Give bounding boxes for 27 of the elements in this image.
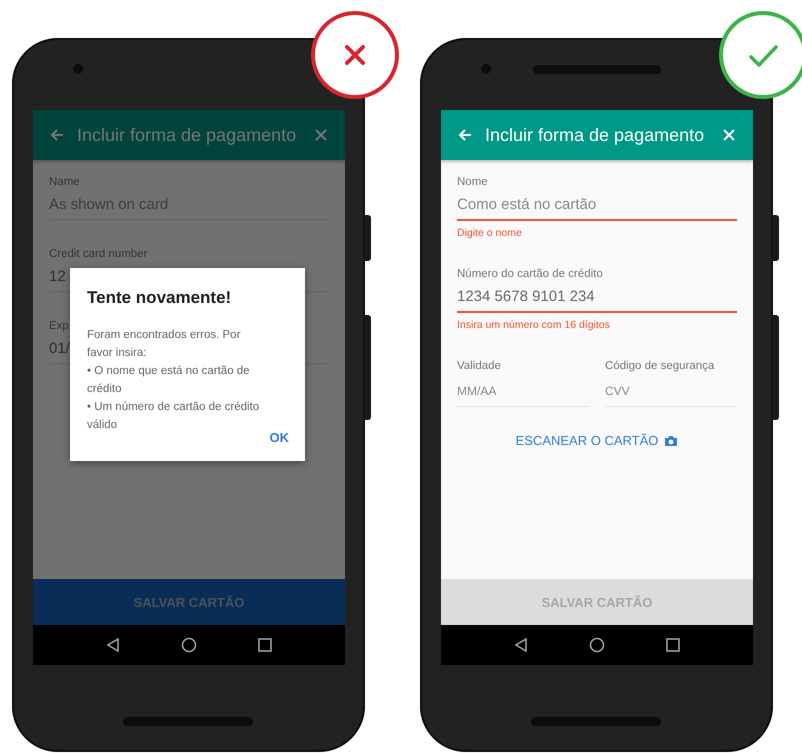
dialog-title: Tente novamente! xyxy=(87,288,232,308)
back-triangle-icon[interactable] xyxy=(106,637,120,653)
camera-icon xyxy=(664,434,678,446)
dialog-text: • Um número de cartão de crédito válido xyxy=(87,400,260,433)
app-bar-title: Incluir forma de pagamento xyxy=(485,124,706,146)
ok-button[interactable]: OK xyxy=(270,428,289,447)
error-message: Digite o nome xyxy=(457,226,523,240)
field-label: Número do cartão de crédito xyxy=(457,267,604,282)
app-bar-title: Incluir forma de pagamento xyxy=(77,124,298,146)
dialog-text: • O nome que está no cartão de crédito xyxy=(87,364,251,397)
field-label: Credit card number xyxy=(49,247,148,262)
home-circle-icon[interactable] xyxy=(180,637,197,653)
input-field[interactable]: 1234 5678 9101 234 xyxy=(457,282,737,313)
field-label: Name xyxy=(49,175,81,190)
field-label: Validade xyxy=(457,359,502,374)
recents-square-icon[interactable] xyxy=(666,638,680,652)
error-message: Insira um número com 16 dígitos xyxy=(457,318,611,332)
home-circle-icon[interactable] xyxy=(588,637,605,653)
recents-square-icon[interactable] xyxy=(258,638,272,652)
input-field[interactable]: Como está no cartão xyxy=(457,190,737,221)
close-icon[interactable] xyxy=(721,127,737,143)
dialog-text: Foram encontrados erros. Por favor insira: xyxy=(87,328,242,361)
field-label: Nome xyxy=(457,175,489,190)
scan-card-link[interactable]: ESCANEAR O CARTÃO xyxy=(516,433,678,448)
back-icon[interactable] xyxy=(457,127,473,143)
back-triangle-icon[interactable] xyxy=(514,637,528,653)
field-label: Código de segurança xyxy=(605,359,716,374)
